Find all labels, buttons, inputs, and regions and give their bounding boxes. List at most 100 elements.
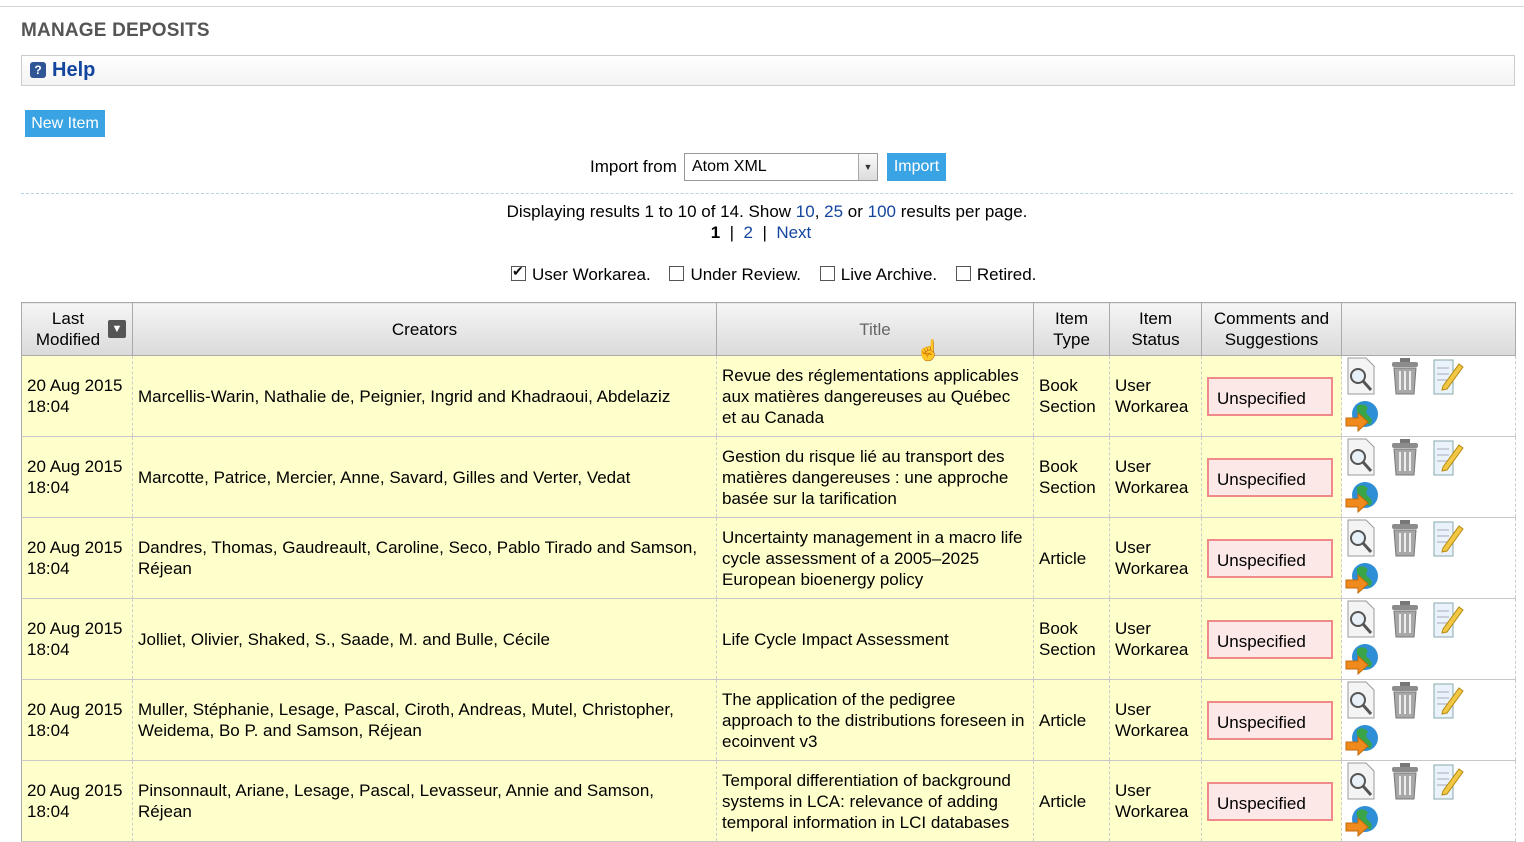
deposit-icon[interactable] — [1344, 639, 1378, 679]
comments-value: Unspecified — [1207, 619, 1333, 659]
last-modified-cell: 20 Aug 2015 18:04 — [21, 355, 133, 437]
delete-icon[interactable] — [1388, 518, 1422, 558]
delete-icon[interactable] — [1388, 356, 1422, 396]
show-100-link[interactable]: 100 — [868, 202, 896, 221]
last-modified-cell: 20 Aug 2015 18:04 — [21, 760, 133, 842]
view-icon[interactable] — [1344, 518, 1378, 558]
help-panel: ? Help — [21, 55, 1515, 86]
col-item-type[interactable]: Item Type — [1033, 302, 1110, 356]
comments-value: Unspecified — [1207, 538, 1333, 578]
filter-label: User Workarea. — [532, 265, 651, 284]
table-row[interactable]: 20 Aug 2015 18:04 Dandres, Thomas, Gaudre… — [21, 517, 1516, 599]
results-sep: or — [843, 202, 868, 221]
delete-icon[interactable] — [1388, 680, 1422, 720]
creators-cell: Muller, Stéphanie, Lesage, Pascal, Cirot… — [132, 679, 717, 761]
edit-icon[interactable] — [1431, 356, 1465, 396]
import-from-label: Import from — [590, 157, 677, 176]
item-status-cell: User Workarea — [1109, 598, 1202, 680]
actions-cell — [1341, 517, 1516, 599]
col-title[interactable]: Title — [716, 302, 1034, 356]
edit-icon[interactable] — [1431, 680, 1465, 720]
date: 20 Aug 2015 — [27, 457, 123, 476]
edit-icon[interactable] — [1431, 437, 1465, 477]
last-modified-cell: 20 Aug 2015 18:04 — [21, 436, 133, 518]
actions-cell — [1341, 679, 1516, 761]
table-row[interactable]: 20 Aug 2015 18:04 Muller, Stéphanie, Lesa… — [21, 679, 1516, 761]
checkbox[interactable] — [819, 266, 835, 281]
comments-cell: Unspecified — [1201, 436, 1342, 518]
item-status-cell: User Workarea — [1109, 436, 1202, 518]
view-icon[interactable] — [1344, 437, 1378, 477]
edit-icon[interactable] — [1431, 518, 1465, 558]
col-comments[interactable]: Comments and Suggestions — [1201, 302, 1342, 356]
deposit-icon[interactable] — [1344, 801, 1378, 841]
col-actions — [1341, 302, 1516, 356]
comments-value: Unspecified — [1207, 700, 1333, 740]
view-icon[interactable] — [1344, 356, 1378, 396]
table-row[interactable]: 20 Aug 2015 18:04 Jolliet, Olivier, Shake… — [21, 598, 1516, 680]
next-page-link[interactable]: Next — [776, 223, 811, 242]
filter-label: Under Review. — [690, 265, 802, 284]
checkbox[interactable] — [511, 263, 526, 281]
import-button[interactable]: Import — [887, 153, 946, 181]
help-link[interactable]: Help — [52, 59, 95, 82]
hand-cursor-icon: ☝ — [916, 340, 941, 362]
creators-cell: Marcotte, Patrice, Mercier, Anne, Savard… — [132, 436, 717, 518]
table-row[interactable]: 20 Aug 2015 18:04 Marcotte, Patrice, Merc… — [21, 436, 1516, 518]
edit-icon[interactable] — [1431, 761, 1465, 801]
deposit-icon[interactable] — [1344, 720, 1378, 760]
filter-under-review[interactable]: Under Review. — [669, 265, 801, 285]
view-icon[interactable] — [1344, 761, 1378, 801]
table-header: Last Modified ▼ Creators Title Item Type … — [21, 302, 1516, 356]
checkbox[interactable] — [669, 266, 685, 281]
results-summary: Displaying results 1 to 10 of 14. Show 1… — [0, 202, 1524, 222]
deposits-table: Last Modified ▼ Creators Title Item Type … — [21, 302, 1516, 842]
delete-icon[interactable] — [1388, 761, 1422, 801]
delete-icon[interactable] — [1388, 599, 1422, 639]
creators-cell: Marcellis-Warin, Nathalie de, Peignier, … — [132, 355, 717, 437]
item-type-cell: Article — [1033, 760, 1110, 842]
filter-user-workarea[interactable]: User Workarea. — [511, 263, 651, 285]
pager-divider: | — [729, 223, 735, 242]
sort-desc-icon[interactable]: ▼ — [108, 320, 126, 338]
comments-cell: Unspecified — [1201, 679, 1342, 761]
pagination: 1 | 2 | Next — [0, 223, 1522, 243]
col-last-modified[interactable]: Last Modified ▼ — [21, 302, 133, 356]
chevron-down-icon[interactable]: ▼ — [858, 154, 877, 180]
new-item-button[interactable]: New Item — [25, 110, 105, 137]
deposit-icon[interactable] — [1344, 558, 1378, 598]
title-cell: Life Cycle Impact Assessment — [716, 598, 1034, 680]
view-icon[interactable] — [1344, 680, 1378, 720]
table-row[interactable]: 20 Aug 2015 18:04 Pinsonnault, Ariane, Le… — [21, 760, 1516, 842]
col-label: Last Modified — [35, 309, 101, 349]
checkbox[interactable] — [955, 266, 971, 281]
import-format-select[interactable]: Atom XML ▼ — [684, 153, 878, 181]
time: 18:04 — [27, 640, 70, 659]
creators-cell: Jolliet, Olivier, Shaked, S., Saade, M. … — [132, 598, 717, 680]
deposit-icon[interactable] — [1344, 477, 1378, 517]
results-sep: , — [814, 202, 825, 221]
status-filters: User Workarea. Under Review. Live Archiv… — [511, 263, 1050, 285]
title-cell: Revue des réglementations applicables au… — [716, 355, 1034, 437]
comments-cell: Unspecified — [1201, 355, 1342, 437]
filter-live-archive[interactable]: Live Archive. — [819, 265, 938, 285]
edit-icon[interactable] — [1431, 599, 1465, 639]
title-cell: The application of the pedigree approach… — [716, 679, 1034, 761]
date: 20 Aug 2015 — [27, 376, 123, 395]
delete-icon[interactable] — [1388, 437, 1422, 477]
view-icon[interactable] — [1344, 599, 1378, 639]
date: 20 Aug 2015 — [27, 619, 123, 638]
results-text: Displaying results 1 to 10 of 14. Show — [506, 202, 796, 221]
deposit-icon[interactable] — [1344, 396, 1378, 436]
col-item-status[interactable]: Item Status — [1109, 302, 1202, 356]
show-10-link[interactable]: 10 — [796, 202, 815, 221]
top-divider — [0, 6, 1524, 7]
filter-label: Live Archive. — [840, 265, 938, 284]
show-25-link[interactable]: 25 — [824, 202, 843, 221]
table-row[interactable]: 20 Aug 2015 18:04 Marcellis-Warin, Nathal… — [21, 355, 1516, 437]
filter-retired[interactable]: Retired. — [955, 265, 1036, 285]
page-2-link[interactable]: 2 — [744, 223, 753, 242]
time: 18:04 — [27, 478, 70, 497]
col-creators[interactable]: Creators — [132, 302, 717, 356]
title-cell: Temporal differentiation of background s… — [716, 760, 1034, 842]
